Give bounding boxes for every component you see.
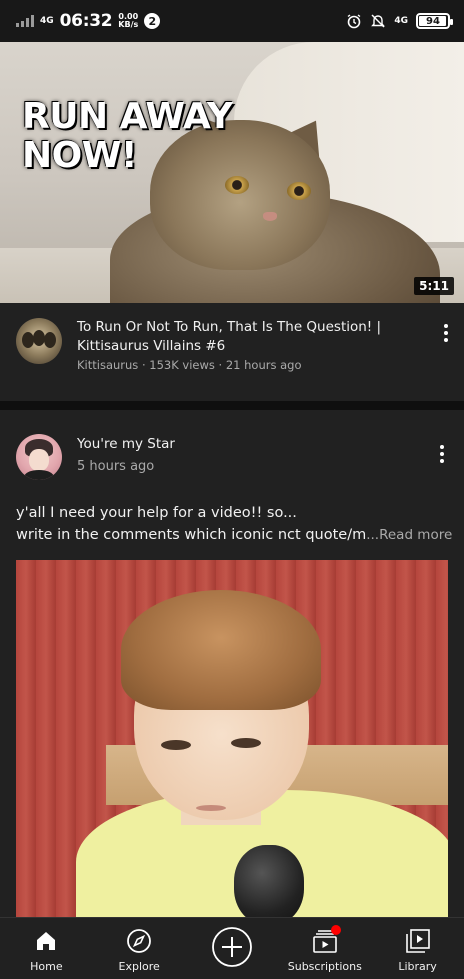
status-right: 4G 94	[346, 13, 453, 29]
mute-icon	[371, 14, 386, 28]
video-metadata: Kittisaurus · 153K views · 21 hours ago	[77, 358, 302, 372]
network-type: 4G	[40, 15, 54, 26]
post-text-line-1: y'all I need your help for a video!! so.…	[16, 505, 297, 521]
nav-home-label: Home	[30, 960, 63, 973]
read-more-link[interactable]: ...Read more	[366, 527, 452, 543]
network-type-secondary: 4G	[394, 16, 408, 26]
home-icon	[33, 928, 59, 954]
nav-library-label: Library	[398, 960, 437, 973]
post-author-avatar[interactable]	[16, 434, 62, 480]
signal-icon	[16, 15, 34, 27]
video-title[interactable]: To Run Or Not To Run, That Is The Questi…	[77, 318, 407, 356]
battery-icon: 94	[416, 13, 453, 29]
bottom-navigation: Home Explore Subscriptions Library	[0, 917, 464, 979]
explore-icon	[126, 928, 152, 954]
nav-library[interactable]: Library	[371, 918, 464, 979]
post-more-button[interactable]	[432, 442, 452, 466]
nav-explore[interactable]: Explore	[93, 918, 186, 979]
alarm-icon	[347, 14, 361, 29]
nav-home[interactable]: Home	[0, 918, 93, 979]
section-divider	[0, 401, 464, 410]
notification-count-badge: 2	[144, 13, 161, 29]
video-more-button[interactable]	[436, 321, 456, 345]
post-timestamp: 5 hours ago	[77, 459, 155, 474]
create-icon	[211, 926, 253, 968]
battery-percent: 94	[426, 15, 440, 27]
post-text[interactable]: y'all I need your help for a video!! so.…	[16, 502, 456, 546]
library-icon	[405, 928, 431, 954]
post-image[interactable]	[16, 560, 448, 917]
network-speed: 0.00 KB/s	[118, 13, 138, 29]
nav-subscriptions[interactable]: Subscriptions	[278, 918, 371, 979]
thumbnail-caption: RUN AWAY NOW!	[22, 96, 233, 176]
nav-subscriptions-label: Subscriptions	[287, 960, 362, 973]
channel-avatar[interactable]	[16, 318, 62, 364]
status-left: 4G 06:32 0.00 KB/s 2	[16, 11, 161, 31]
community-post: You're my Star 5 hours ago y'all I need …	[0, 410, 464, 917]
post-author-name[interactable]: You're my Star	[77, 436, 175, 452]
network-speed-unit: KB/s	[118, 20, 139, 29]
video-thumbnail[interactable]: RUN AWAY NOW! 5:11	[0, 42, 464, 303]
video-details[interactable]: To Run Or Not To Run, That Is The Questi…	[0, 303, 464, 401]
post-text-line-2: write in the comments which iconic nct q…	[16, 527, 367, 543]
clock: 06:32	[59, 11, 113, 31]
new-content-dot	[330, 925, 341, 935]
nav-explore-label: Explore	[118, 960, 160, 973]
status-bar: 4G 06:32 0.00 KB/s 2 4G 94	[0, 0, 464, 42]
nav-create[interactable]	[186, 918, 279, 979]
video-duration: 5:11	[414, 277, 454, 295]
